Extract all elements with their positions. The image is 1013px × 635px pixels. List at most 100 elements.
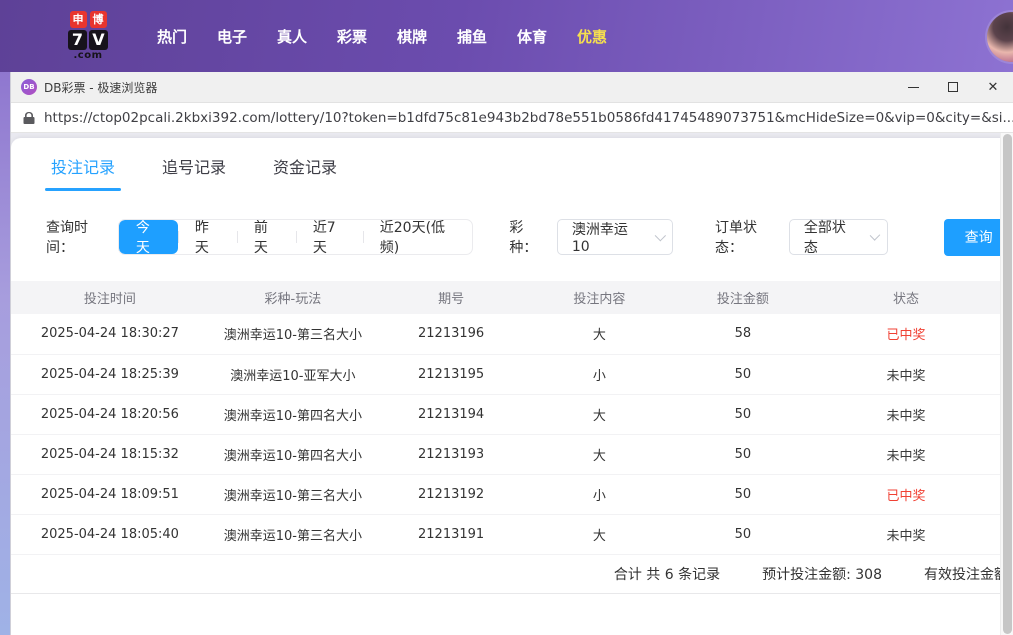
cell-play: 澳洲幸运10-第四名大小 (209, 434, 377, 474)
cell-status: 未中奖 (812, 394, 1000, 434)
maximize-button[interactable] (933, 72, 973, 102)
cell-issue: 21213191 (377, 514, 525, 554)
user-avatar[interactable] (987, 12, 1013, 62)
nav-item-hot[interactable]: 热门 (142, 26, 202, 47)
tab-bet-records[interactable]: 投注记录 (51, 154, 115, 191)
cell-content: 大 (525, 514, 673, 554)
cell-amount: 50 (674, 354, 812, 394)
db-favicon: DB (21, 79, 37, 95)
nav-item-live[interactable]: 真人 (262, 26, 322, 47)
tab-chase-records[interactable]: 追号记录 (162, 154, 226, 191)
cell-play: 澳洲幸运10-第三名大小 (209, 474, 377, 514)
logo-com-text: .com (73, 51, 102, 61)
close-icon: ✕ (988, 81, 999, 94)
table-row: 2025-04-24 18:30:27 澳洲幸运10-第三名大小 2121319… (11, 314, 1000, 354)
filter-bar: 查询时间： 今天 昨天 前天 近7天 近20天(低频) 彩种： 澳洲幸运10 订… (46, 217, 1013, 257)
cell-content: 大 (525, 314, 673, 354)
cell-status: 未中奖 (812, 434, 1000, 474)
chevron-down-icon (654, 230, 665, 241)
nav-item-sports[interactable]: 体育 (502, 26, 562, 47)
cell-content: 小 (525, 474, 673, 514)
records-panel: 投注记录 追号记录 资金记录 查询时间： 今天 昨天 前天 近7天 近20天(低… (11, 138, 1013, 635)
minimize-button[interactable] (893, 72, 933, 102)
cell-status: 未中奖 (812, 514, 1000, 554)
maximize-icon (948, 82, 958, 92)
browser-titlebar[interactable]: DB DB彩票 - 极速浏览器 ✕ (11, 72, 1013, 103)
browser-window: DB DB彩票 - 极速浏览器 ✕ https://ctop02pcali.2k… (10, 72, 1013, 635)
lottery-filter-label: 彩种： (509, 217, 549, 257)
cell-amount: 50 (674, 394, 812, 434)
nav-item-electronic[interactable]: 电子 (202, 26, 262, 47)
time-option-yesterday[interactable]: 昨天 (178, 220, 237, 254)
cell-status: 未中奖 (812, 354, 1000, 394)
order-status-value: 全部状态 (804, 217, 856, 257)
vertical-scrollbar[interactable] (1000, 133, 1013, 635)
col-status: 状态 (812, 281, 1000, 314)
table-header-row: 投注时间 彩种-玩法 期号 投注内容 投注金额 状态 (11, 281, 1000, 314)
scrollbar-thumb[interactable] (1003, 134, 1012, 634)
table-row: 2025-04-24 18:25:39 澳洲幸运10-亚军大小 21213195… (11, 354, 1000, 394)
logo-letter-v: V (89, 30, 108, 50)
time-option-day-before[interactable]: 前天 (237, 220, 296, 254)
window-controls: ✕ (893, 72, 1013, 102)
table-row: 2025-04-24 18:09:51 澳洲幸运10-第三名大小 2121319… (11, 474, 1000, 514)
time-option-7days[interactable]: 近7天 (296, 220, 363, 254)
close-button[interactable]: ✕ (973, 72, 1013, 102)
time-filter-label: 查询时间： (46, 217, 112, 257)
logo-letter-7: 7 (68, 30, 87, 50)
cell-content: 大 (525, 394, 673, 434)
col-lottery-play: 彩种-玩法 (209, 281, 377, 314)
minimize-icon (908, 87, 919, 88)
site-logo[interactable]: 申 博 7 V .com (62, 11, 114, 61)
url-text[interactable]: https://ctop02pcali.2kbxi392.com/lottery… (44, 110, 1013, 126)
site-topbar: 申 博 7 V .com 热门 电子 真人 彩票 棋牌 捕鱼 体育 优惠 (0, 0, 1013, 72)
order-status-label: 订单状态： (715, 217, 781, 257)
cell-time: 2025-04-24 18:09:51 (11, 474, 209, 514)
chevron-down-icon (869, 230, 880, 241)
nav-item-fishing[interactable]: 捕鱼 (442, 26, 502, 47)
desktop-background-strip (0, 72, 10, 635)
logo-letters: 7 V (68, 30, 108, 50)
lottery-select-value: 澳洲幸运10 (572, 219, 641, 255)
nav-item-chess[interactable]: 棋牌 (382, 26, 442, 47)
logo-badges: 申 博 (70, 11, 107, 28)
cell-time: 2025-04-24 18:15:32 (11, 434, 209, 474)
cell-play: 澳洲幸运10-第四名大小 (209, 394, 377, 434)
col-bet-amount: 投注金额 (674, 281, 812, 314)
bet-records-table: 投注时间 彩种-玩法 期号 投注内容 投注金额 状态 2025-04-24 18… (11, 281, 1000, 555)
cell-issue: 21213195 (377, 354, 525, 394)
cell-status: 已中奖 (812, 314, 1000, 354)
cell-play: 澳洲幸运10-亚军大小 (209, 354, 377, 394)
cell-content: 大 (525, 434, 673, 474)
tab-fund-records[interactable]: 资金记录 (273, 154, 337, 191)
time-option-today[interactable]: 今天 (119, 220, 178, 254)
cell-issue: 21213196 (377, 314, 525, 354)
cell-content: 小 (525, 354, 673, 394)
cell-time: 2025-04-24 18:25:39 (11, 354, 209, 394)
page-content: 投注记录 追号记录 资金记录 查询时间： 今天 昨天 前天 近7天 近20天(低… (11, 133, 1013, 635)
nav-item-lottery[interactable]: 彩票 (322, 26, 382, 47)
cell-amount: 58 (674, 314, 812, 354)
table-row: 2025-04-24 18:05:40 澳洲幸运10-第三名大小 2121319… (11, 514, 1000, 554)
table-row: 2025-04-24 18:20:56 澳洲幸运10-第四名大小 2121319… (11, 394, 1000, 434)
cell-issue: 21213194 (377, 394, 525, 434)
cell-play: 澳洲幸运10-第三名大小 (209, 514, 377, 554)
browser-urlbar[interactable]: https://ctop02pcali.2kbxi392.com/lottery… (11, 103, 1013, 133)
order-status-select[interactable]: 全部状态 (789, 219, 888, 255)
summary-valid-amount: 有效投注金额 (924, 564, 1008, 584)
site-nav-menu: 热门 电子 真人 彩票 棋牌 捕鱼 体育 优惠 (142, 26, 622, 47)
cell-time: 2025-04-24 18:05:40 (11, 514, 209, 554)
table-row: 2025-04-24 18:15:32 澳洲幸运10-第四名大小 2121319… (11, 434, 1000, 474)
summary-bar: 合计 共 6 条记录 预计投注金额: 308 有效投注金额 (11, 555, 1008, 594)
time-range-group: 今天 昨天 前天 近7天 近20天(低频) (118, 219, 473, 255)
lottery-select[interactable]: 澳洲幸运10 (557, 219, 673, 255)
time-option-20days[interactable]: 近20天(低频) (363, 220, 473, 254)
nav-item-promo[interactable]: 优惠 (562, 26, 622, 47)
cell-time: 2025-04-24 18:20:56 (11, 394, 209, 434)
logo-badge-bo: 博 (90, 11, 107, 28)
col-bet-time: 投注时间 (11, 281, 209, 314)
record-tabs: 投注记录 追号记录 资金记录 (11, 138, 1013, 191)
col-bet-content: 投注内容 (525, 281, 673, 314)
col-issue: 期号 (377, 281, 525, 314)
cell-play: 澳洲幸运10-第三名大小 (209, 314, 377, 354)
